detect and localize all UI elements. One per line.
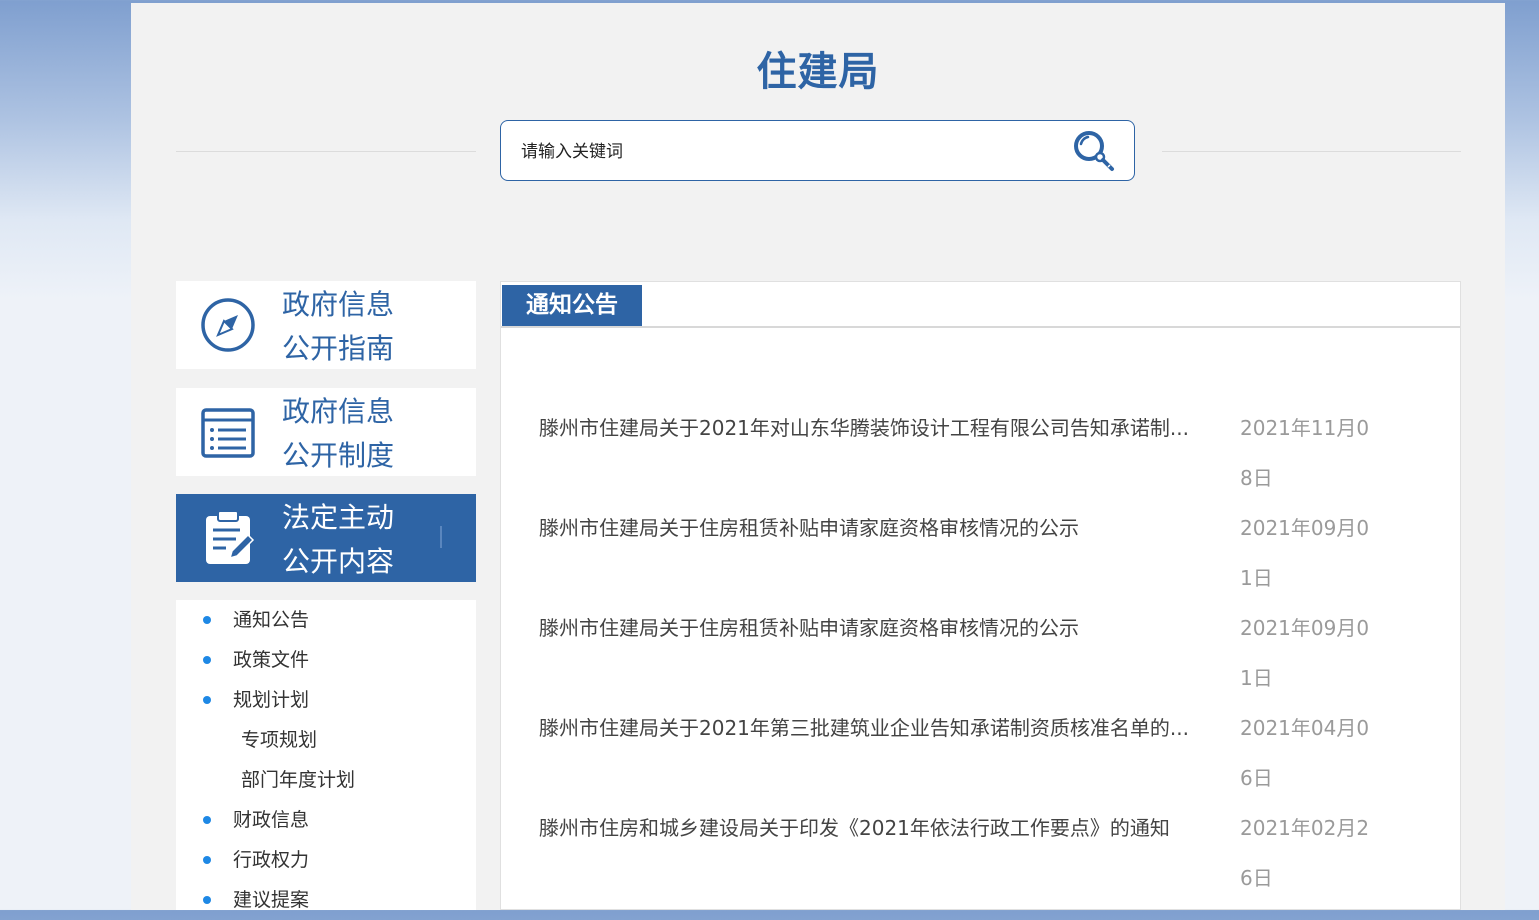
search-input[interactable]	[519, 121, 1063, 182]
sidebar-card-label: 法定主动 公开内容	[282, 501, 395, 578]
sidebar-card-guide[interactable]: 政府信息 公开指南	[176, 281, 476, 369]
news-title-link[interactable]: 滕州市住建局关于2021年第三批建筑业企业告知承诺制资质核准名单的...	[539, 703, 1199, 753]
tab-notice[interactable]: 通知公告	[502, 285, 642, 326]
bullet-dot-icon	[203, 616, 211, 624]
site-title: 住建局	[756, 49, 880, 95]
compass-icon	[201, 298, 255, 352]
header-divider-left	[176, 151, 476, 152]
header-divider-right	[1162, 151, 1461, 152]
sidebar-card-system[interactable]: 政府信息 公开制度	[176, 388, 476, 476]
news-title-link[interactable]: 滕州市住建局关于住房租赁补贴申请家庭资格审核情况的公示	[539, 603, 1199, 653]
news-title-link[interactable]: 滕州市住建局关于2021年对山东华腾装饰设计工程有限公司告知承诺制...	[539, 403, 1199, 453]
list-item: 滕州市住房和城乡建设局关于印发《2021年依法行政工作要点》的通知 2021年0…	[539, 803, 1439, 903]
list-item: 滕州市住建局关于2021年对山东华腾装饰设计工程有限公司告知承诺制... 202…	[539, 403, 1439, 503]
active-marker	[440, 526, 442, 548]
sidebar-sublist: 通知公告 政策文件 规划计划 专项规划 部门年度计划 财政信息 行政权力 建议提…	[176, 600, 476, 911]
bullet-dot-icon	[203, 656, 211, 664]
news-date: 2021年11月08日	[1240, 416, 1370, 490]
bullet-dot-icon	[203, 856, 211, 864]
list-item: 滕州市住建局关于住房租赁补贴申请家庭资格审核情况的公示 2021年09月01日	[539, 503, 1439, 603]
notice-panel: 通知公告 滕州市住建局关于2021年对山东华腾装饰设计工程有限公司告知承诺制..…	[500, 281, 1461, 910]
page-container: 住建局 政府信息 公开指南	[131, 3, 1505, 911]
search-key-icon	[1074, 131, 1114, 171]
list-item: 滕州市住建局关于住房租赁补贴申请家庭资格审核情况的公示 2021年09月01日	[539, 603, 1439, 703]
news-date: 2021年02月26日	[1240, 816, 1370, 890]
sidebar-card-label: 政府信息 公开指南	[282, 288, 395, 365]
clipboard-edit-icon	[206, 510, 255, 564]
sidebar-card-content[interactable]: 法定主动 公开内容	[176, 494, 476, 582]
sidebar-card-label: 政府信息 公开制度	[282, 395, 395, 472]
news-title-link[interactable]: 滕州市住建局关于住房租赁补贴申请家庭资格审核情况的公示	[539, 503, 1199, 553]
bullet-dot-icon	[203, 896, 211, 904]
bullet-dot-icon	[203, 816, 211, 824]
bullet-dot-icon	[203, 696, 211, 704]
news-title-link[interactable]: 滕州市住房和城乡建设局关于印发《2021年依法行政工作要点》的通知	[539, 803, 1199, 853]
search-box	[500, 120, 1135, 182]
search-button[interactable]	[1070, 127, 1118, 175]
list-item: 滕州市住建局关于2021年第三批建筑业企业告知承诺制资质核准名单的... 202…	[539, 703, 1439, 803]
news-date: 2021年09月01日	[1240, 516, 1370, 590]
news-date: 2021年04月06日	[1240, 716, 1370, 790]
news-date: 2021年09月01日	[1240, 616, 1370, 690]
list-document-icon	[201, 408, 255, 458]
panel-divider	[501, 326, 1460, 328]
